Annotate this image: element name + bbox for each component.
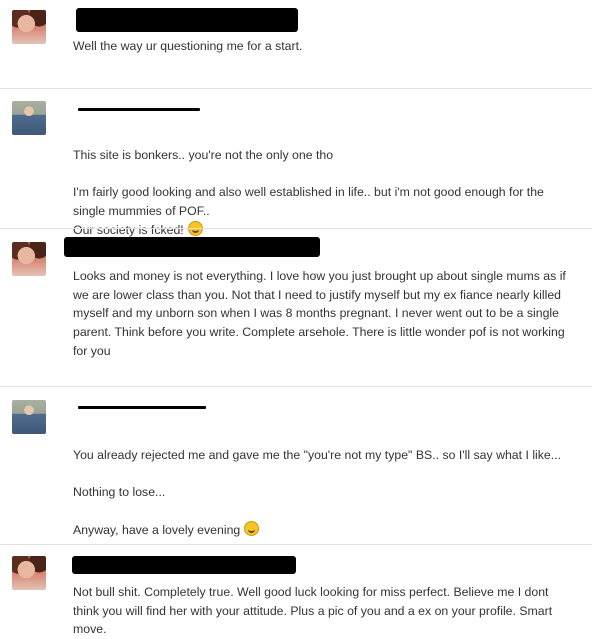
message-text-content: This site is bonkers.. you're not the on… (73, 147, 544, 237)
redacted-name (78, 108, 200, 111)
message-divider (0, 386, 592, 387)
redacted-name (64, 237, 320, 257)
redacted-name (72, 556, 296, 574)
message-divider (0, 544, 592, 545)
message-text: Well the way ur questioning me for a sta… (73, 39, 303, 53)
redacted-name (76, 8, 298, 32)
message-divider (0, 228, 592, 229)
avatar[interactable] (12, 242, 46, 276)
avatar[interactable] (12, 101, 46, 135)
message-text-content: You already rejected me and gave me the … (73, 447, 562, 537)
avatar[interactable] (12, 556, 46, 590)
message-divider (0, 88, 592, 89)
yum-emoji-icon (244, 520, 260, 536)
avatar[interactable] (12, 400, 46, 434)
message-text: Looks and money is not everything. I lov… (73, 269, 566, 358)
redacted-name (78, 406, 206, 409)
message-text: This site is bonkers.. you're not the on… (73, 127, 573, 239)
message-text: Not bull shit. Completely true. Well goo… (73, 585, 553, 637)
message-text: You already rejected me and gave me the … (73, 427, 573, 539)
avatar[interactable] (12, 10, 46, 44)
